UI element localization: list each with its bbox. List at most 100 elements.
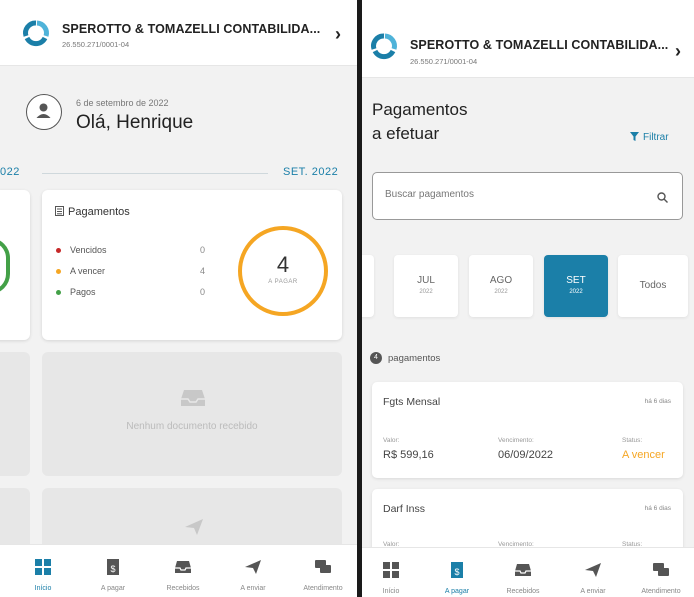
send-icon [185,519,203,535]
month-tab-jul[interactable]: JUL 2022 [394,255,458,317]
legend-a-vencer-value: 4 [200,266,206,276]
inbox-icon [515,564,531,576]
month-tab-year: 2022 [569,289,583,295]
company-cnpj: 26.550.271/0001-04 [62,40,130,49]
payment-name: Fgts Mensal [383,396,441,408]
dot-orange-icon [56,269,61,275]
payments-count-label: pagamentos [388,353,441,364]
bottom-tab-bar: Início $ A pagar Recebidos A enviar Aten… [362,547,694,597]
payments-screen: SPEROTTO & TOMAZELLI CONTABILIDA... 26.5… [362,0,694,597]
tab-a-enviar[interactable]: A enviar [560,548,626,597]
payment-value-label: Valor: [383,437,400,444]
tab-atendimento[interactable]: Atendimento [628,548,694,597]
month-tab-prev[interactable] [362,255,374,317]
month-tab-label: JUL [417,275,435,286]
avatar[interactable] [26,94,62,130]
payment-status-label: Status: [622,437,643,444]
month-divider [42,173,268,174]
status-bar [362,0,694,10]
tab-inicio[interactable]: Início [10,545,76,597]
company-logo [371,33,397,60]
chat-icon [315,560,331,573]
tab-a-pagar[interactable]: $ A pagar [80,545,146,597]
company-cnpj: 26.550.271/0001-04 [410,57,478,66]
tab-label: A enviar [240,585,266,592]
legend-vencidos-value: 0 [200,245,206,255]
search-icon[interactable] [657,192,668,203]
legend-vencidos: Vencidos [56,245,107,255]
tab-label: A pagar [100,585,126,592]
search-input[interactable] [385,189,635,200]
month-tab-year: 2022 [494,289,508,295]
month-tab-label: Todos [639,280,667,291]
tab-label: Recebidos [506,588,540,595]
payment-value: R$ 599,16 [383,449,434,461]
payment-age: há 6 dias [644,398,671,405]
tab-label: A enviar [580,588,606,595]
company-logo [23,20,49,47]
tab-a-enviar[interactable]: A enviar [220,545,286,597]
month-tab-year: 2022 [419,289,433,295]
payments-count-badge: 4 [370,352,382,364]
document-icon [55,206,64,216]
payments-card-title: Pagamentos [68,206,130,218]
payment-due-label: Vencimento: [498,437,534,444]
prev-summary-card[interactable] [0,190,30,340]
month-tab-label: SET [566,275,586,286]
ring-partial [0,238,10,294]
tab-label: A pagar [444,588,470,595]
chevron-right-icon[interactable]: › [675,41,681,62]
tab-inicio[interactable]: Início [362,548,424,597]
legend-a-vencer: A vencer [56,266,105,276]
home-screen: SPEROTTO & TOMAZELLI CONTABILIDA... 26.5… [0,0,357,597]
ring-value: 4 [276,252,290,277]
company-header[interactable]: SPEROTTO & TOMAZELLI CONTABILIDA... 26.5… [0,0,357,66]
legend-pagos-value: 0 [200,287,206,297]
tab-label: Recebidos [166,585,200,592]
send-icon [245,560,261,574]
tab-atendimento[interactable]: Atendimento [290,545,356,597]
dot-green-icon [56,290,61,296]
prev-received-card [0,352,30,476]
company-name: SPEROTTO & TOMAZELLI CONTABILIDA... [62,22,321,36]
send-icon [585,563,601,577]
inbox-icon [175,561,191,573]
chat-icon [653,563,669,576]
search-box[interactable] [372,172,683,220]
payment-card[interactable]: Fgts Mensal há 6 dias Valor: R$ 599,16 V… [372,382,683,478]
payment-status: A vencer [622,449,665,461]
legend-pagos: Pagos [56,287,96,297]
user-icon [36,103,51,118]
payment-name: Darf Inss [383,503,426,515]
received-empty-text: Nenhum documento recebido [126,421,258,432]
payment-age: há 6 dias [644,505,671,512]
tab-a-pagar[interactable]: $ A pagar [424,548,490,597]
company-header[interactable]: SPEROTTO & TOMAZELLI CONTABILIDA... 26.5… [362,10,694,78]
company-name: SPEROTTO & TOMAZELLI CONTABILIDA... [410,38,669,52]
payment-doc-icon: $ [451,562,463,578]
payment-due-date: 06/09/2022 [498,449,554,461]
svg-text:$: $ [454,567,459,577]
greeting-text: Olá, Henrique [76,112,194,133]
grid-icon [35,559,51,575]
month-tab-todos[interactable]: Todos [618,255,688,317]
tab-recebidos[interactable]: Recebidos [490,548,556,597]
month-prev[interactable]: 022 [0,166,20,178]
grid-icon [383,562,399,578]
greeting-date: 6 de setembro de 2022 [76,98,169,108]
filter-button[interactable]: Filtrar [630,132,669,143]
tab-label: Atendimento [303,585,343,592]
month-current[interactable]: SET. 2022 [283,166,338,178]
ring-label: A PAGAR [268,279,298,285]
dot-red-icon [56,248,61,254]
bottom-tab-bar: Início $ A pagar Recebidos A enviar Aten… [0,544,357,597]
inbox-icon [181,390,205,406]
svg-text:$: $ [110,564,115,574]
payment-doc-icon: $ [107,559,119,575]
tab-recebidos[interactable]: Recebidos [150,545,216,597]
month-tab-label: AGO [489,275,513,286]
month-tab-set[interactable]: SET 2022 [544,255,608,317]
received-empty-card[interactable] [42,352,342,476]
month-tab-ago[interactable]: AGO 2022 [469,255,533,317]
chevron-right-icon[interactable]: › [335,24,341,45]
